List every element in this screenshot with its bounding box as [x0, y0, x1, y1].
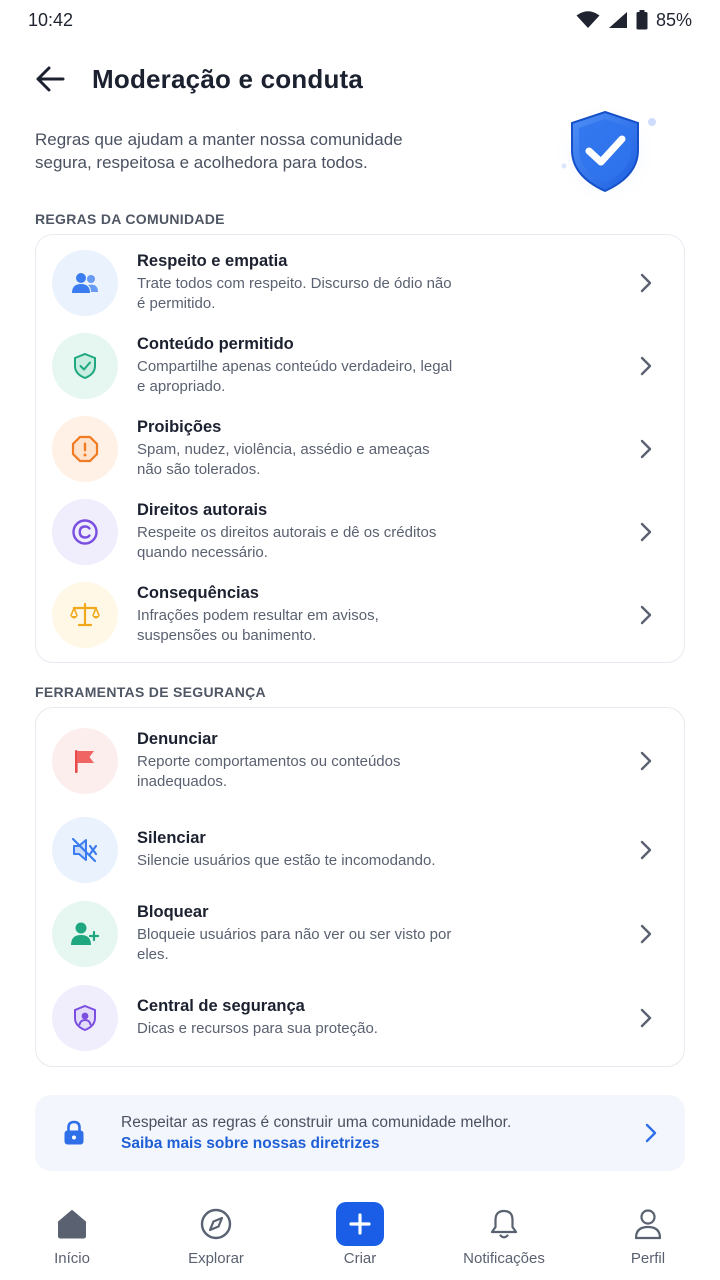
rule-title: Direitos autorais	[137, 500, 268, 519]
tools-card: Denunciar Reporte comportamentos ou cont…	[35, 707, 685, 1067]
rule-item-consequences[interactable]: Consequências Infrações podem resultar e…	[36, 573, 684, 656]
compass-icon	[192, 1202, 240, 1246]
tool-title: Bloquear	[137, 903, 209, 921]
status-time: 10:42	[28, 9, 74, 30]
intro: Regras que ajudam a manter nossa comunid…	[0, 99, 720, 207]
rule-title: Proibições	[137, 417, 222, 436]
rule-item-prohibitions[interactable]: Proibições Spam, nudez, violência, asséd…	[36, 407, 684, 490]
tool-desc: Reporte comportamentos ou conteúdos inad…	[137, 753, 401, 790]
tool-item-mute[interactable]: Silenciar Silencie usuários que estão te…	[36, 808, 684, 892]
chevron-right-icon	[634, 749, 658, 773]
rule-title: Consequências	[137, 583, 259, 602]
tool-title: Silenciar	[137, 829, 206, 847]
nav-label: Notificações	[463, 1250, 545, 1267]
nav-label: Início	[54, 1250, 90, 1267]
back-button[interactable]	[30, 59, 70, 99]
wifi-icon	[576, 11, 600, 28]
nav-item-notifications[interactable]: Notificações	[439, 1202, 569, 1267]
chevron-right-icon	[634, 271, 658, 295]
flag-icon	[52, 728, 118, 794]
section-label-rules: REGRAS DA COMUNIDADE	[35, 211, 225, 227]
signal-icon	[608, 12, 627, 28]
arrow-left-icon	[36, 66, 65, 92]
intro-text: Regras que ajudam a manter nossa comunid…	[35, 130, 403, 172]
chevron-right-icon	[634, 603, 658, 627]
plus-icon	[336, 1202, 384, 1246]
status-bar: 10:42 85%	[0, 0, 720, 40]
mute-icon	[52, 817, 118, 883]
tool-item-safety-center[interactable]: Central de segurança Dicas e recursos pa…	[36, 976, 684, 1060]
battery-level: 85%	[655, 9, 692, 30]
nav-label: Explorar	[188, 1250, 244, 1267]
tool-item-report[interactable]: Denunciar Reporte comportamentos ou cont…	[36, 714, 684, 808]
page-title: Moderação e conduta	[92, 63, 364, 94]
rule-item-respect[interactable]: Respeito e empatia Trate todos com respe…	[36, 241, 684, 324]
tool-desc: Bloqueie usuários para não ver ou ser vi…	[137, 926, 452, 963]
rule-item-copyright[interactable]: Direitos autorais Respeite os direitos a…	[36, 490, 684, 573]
chevron-right-icon	[634, 922, 658, 946]
status-icons: 85%	[576, 10, 692, 31]
rule-desc: Infrações podem resultar em avisos, susp…	[137, 606, 379, 644]
copyright-icon	[52, 498, 118, 565]
shield-check-illustration-icon	[551, 99, 659, 207]
rule-desc: Respeite os direitos autorais e dê os cr…	[137, 523, 437, 561]
chevron-right-icon	[634, 838, 658, 862]
battery-icon	[636, 10, 648, 30]
rule-item-allowed-content[interactable]: Conteúdo permitido Compartilhe apenas co…	[36, 324, 684, 407]
people-icon	[52, 249, 118, 316]
rule-desc: Compartilhe apenas conteúdo verdadeiro, …	[137, 357, 453, 395]
rule-title: Respeito e empatia	[137, 251, 288, 270]
chevron-right-icon	[634, 354, 658, 378]
tool-desc: Silencie usuários que estão te incomodan…	[137, 852, 436, 869]
nav-item-home[interactable]: Início	[7, 1202, 137, 1267]
user-icon	[624, 1202, 672, 1246]
tool-title: Central de segurança	[137, 997, 305, 1015]
guidelines-link[interactable]: Saiba mais sobre nossas diretrizes	[121, 1135, 639, 1153]
rule-desc: Spam, nudez, violência, assédio e ameaça…	[137, 440, 430, 478]
rule-desc: Trate todos com respeito. Discurso de ód…	[137, 274, 452, 312]
bell-icon	[480, 1202, 528, 1246]
scales-icon	[52, 581, 118, 648]
nav-label: Perfil	[630, 1250, 666, 1267]
nav-label: Criar	[343, 1250, 377, 1267]
section-label-tools: FERRAMENTAS DE SEGURANÇA	[35, 684, 266, 700]
guidelines-banner[interactable]: Respeitar as regras é construir uma comu…	[35, 1095, 685, 1171]
chevron-right-icon	[634, 437, 658, 461]
bottom-nav: Início Explorar Criar Notificações Perfi…	[0, 1188, 720, 1280]
rules-card: Respeito e empatia Trate todos com respe…	[35, 234, 685, 663]
tool-title: Denunciar	[137, 730, 218, 748]
lock-icon	[64, 1120, 84, 1145]
chevron-right-icon	[634, 520, 658, 544]
tool-item-block[interactable]: Bloquear Bloqueie usuários para não ver …	[36, 892, 684, 976]
alert-octagon-icon	[52, 415, 118, 482]
rule-title: Conteúdo permitido	[137, 334, 294, 353]
nav-item-profile[interactable]: Perfil	[583, 1202, 713, 1267]
nav-item-explore[interactable]: Explorar	[151, 1202, 281, 1267]
shield-check-icon	[52, 332, 118, 399]
home-icon	[48, 1202, 96, 1246]
banner-text: Respeitar as regras é construir uma comu…	[121, 1113, 512, 1131]
nav-item-create[interactable]: Criar	[295, 1202, 425, 1267]
tool-desc: Dicas e recursos para sua proteção.	[137, 1020, 378, 1037]
chevron-right-icon	[634, 1006, 658, 1030]
chevron-right-icon	[639, 1121, 663, 1145]
shield-user-icon	[52, 985, 118, 1051]
add-user-icon	[52, 901, 118, 967]
